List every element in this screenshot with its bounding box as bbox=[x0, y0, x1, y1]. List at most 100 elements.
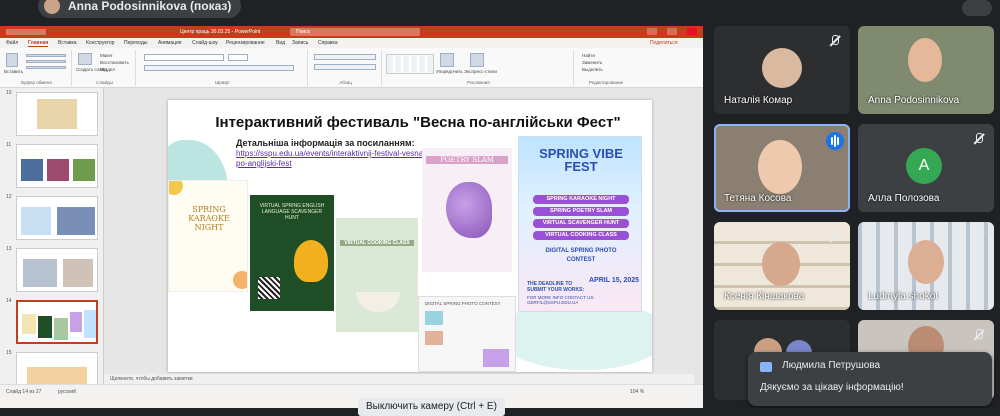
vibe-deadline: THE DEADLINE TO SUBMIT YOUR WORKS: bbox=[527, 281, 585, 293]
font-format-buttons[interactable] bbox=[144, 65, 294, 71]
vibe-date: APRIL 15, 2025 bbox=[589, 277, 640, 284]
ppt-search-input[interactable]: Поиск bbox=[290, 28, 420, 36]
slide-thumbnail[interactable] bbox=[16, 92, 98, 136]
select-button[interactable]: Выделить bbox=[582, 67, 603, 72]
participant-tile[interactable]: Ludmyla shokot bbox=[858, 222, 994, 310]
thumbnail-row[interactable]: 12 bbox=[4, 194, 100, 242]
thumbnail-row[interactable]: 11 bbox=[4, 142, 100, 190]
tab-view[interactable]: Вид bbox=[276, 40, 285, 46]
font-family-select[interactable] bbox=[144, 54, 224, 61]
participant-video bbox=[908, 240, 944, 284]
layout-button[interactable]: Макет bbox=[100, 53, 113, 58]
thumbnail-row[interactable]: 13 bbox=[4, 246, 100, 294]
participant-video bbox=[758, 140, 802, 194]
slide-subtitle: Детальніша інформація за посиланням: bbox=[236, 138, 415, 148]
vibe-item: SPRING KARAOKE NIGHT bbox=[533, 195, 629, 204]
tab-record[interactable]: Запись bbox=[292, 40, 308, 46]
section-button[interactable]: Раздел bbox=[100, 67, 115, 72]
paste-icon[interactable] bbox=[6, 53, 18, 67]
font-size-select[interactable] bbox=[228, 54, 248, 61]
thumbnail-number: 12 bbox=[6, 194, 12, 200]
vibe-item: VIRTUAL SCAVENGER HUNT bbox=[533, 219, 629, 228]
slide-link[interactable]: https://sspu.edu.ua/events/interaktivnij… bbox=[236, 149, 426, 169]
chat-notification[interactable]: Людмила Петрушова Дякуємо за цікаву інфо… bbox=[748, 352, 992, 406]
scavenger-poster: VIRTUAL SPRING ENGLISH LANGUAGE SCAVENGE… bbox=[250, 195, 334, 311]
ribbon-group-editing: Найти Заменить Выделить Редактирование bbox=[576, 50, 636, 86]
speaking-indicator-icon bbox=[826, 132, 844, 150]
copy-icon[interactable] bbox=[26, 60, 66, 63]
format-painter-icon[interactable] bbox=[26, 66, 66, 69]
tab-insert[interactable]: Вставка bbox=[58, 40, 77, 46]
ppt-window-title: Центр праць 30.03.25 - PowerPoint bbox=[180, 29, 261, 35]
current-slide[interactable]: Інтерактивний фестиваль "Весна по-англій… bbox=[168, 100, 652, 372]
tab-design[interactable]: Конструктор bbox=[86, 40, 115, 46]
thumbnail-number: 10 bbox=[6, 90, 12, 96]
participant-tile[interactable]: Наталія Комар bbox=[714, 26, 850, 114]
vibe-title: SPRING VIBE FEST bbox=[539, 146, 623, 174]
tab-transitions[interactable]: Переходы bbox=[124, 40, 147, 46]
group-label-drawing: Рисование bbox=[467, 80, 490, 85]
share-button[interactable]: Поделиться bbox=[650, 40, 678, 46]
ribbon-group-drawing: Упорядочить Экспресс-стили Рисование bbox=[384, 50, 574, 86]
tab-home[interactable]: Главная bbox=[28, 40, 49, 47]
participant-tile-speaking[interactable]: Тетяна Косова bbox=[714, 124, 850, 212]
close-icon[interactable] bbox=[687, 28, 697, 35]
slide-thumbnail[interactable] bbox=[16, 196, 98, 240]
cut-icon[interactable] bbox=[26, 54, 66, 57]
align-buttons[interactable] bbox=[314, 64, 376, 70]
group-label-slides: Слайды bbox=[96, 80, 113, 85]
tab-review[interactable]: Рецензирование bbox=[226, 40, 265, 46]
participant-tile[interactable]: Anna Podosinnikova bbox=[858, 26, 994, 114]
flower-icon bbox=[233, 271, 247, 289]
reset-button[interactable]: Восстановить bbox=[100, 60, 129, 65]
chat-sender: Людмила Петрушова bbox=[782, 360, 881, 371]
participant-avatar bbox=[908, 38, 942, 82]
tab-slideshow[interactable]: Слайд-шоу bbox=[192, 40, 218, 46]
notes-field[interactable]: Щелкните, чтобы добавить заметки bbox=[104, 374, 694, 384]
slide-thumbnail-selected[interactable] bbox=[16, 300, 98, 344]
quick-styles-label: Экспресс-стили bbox=[464, 69, 497, 74]
ribbon-tabs: Файл Главная Вставка Конструктор Переход… bbox=[0, 38, 703, 48]
camera-tooltip: Выключить камеру (Ctrl + E) bbox=[358, 398, 505, 416]
top-right-control[interactable] bbox=[962, 0, 992, 16]
ribbon-group-font: Шрифт bbox=[138, 50, 308, 86]
find-button[interactable]: Найти bbox=[582, 53, 595, 58]
minimize-icon[interactable] bbox=[647, 28, 657, 35]
slide-title: Інтерактивний фестиваль "Весна по-англій… bbox=[215, 114, 621, 131]
list-buttons[interactable] bbox=[314, 54, 376, 60]
mic-off-icon bbox=[828, 34, 842, 48]
group-label-clipboard: Буфер обмена bbox=[21, 80, 52, 85]
ppt-search-placeholder: Поиск bbox=[296, 29, 310, 35]
contest-title: DIGITAL SPRING PHOTO CONTEST bbox=[425, 301, 501, 306]
participant-name: Anna Podosinnikova bbox=[868, 95, 960, 106]
replace-button[interactable]: Заменить bbox=[582, 60, 602, 65]
slide-thumbnail[interactable] bbox=[16, 248, 98, 292]
cooking-title: VIRTUAL COOKING CLASS bbox=[340, 240, 414, 246]
group-label-editing: Редактирование bbox=[588, 80, 624, 85]
shapes-gallery[interactable] bbox=[386, 54, 434, 74]
participant-tile[interactable]: Ксенія Кіншакова bbox=[714, 222, 850, 310]
tab-help[interactable]: Справка bbox=[318, 40, 338, 46]
thumbnail-row[interactable]: 14 bbox=[4, 298, 100, 346]
group-label-font: Шрифт bbox=[215, 80, 230, 85]
participant-name: Алла Полозова bbox=[868, 193, 940, 204]
maximize-icon[interactable] bbox=[667, 28, 677, 35]
presenter-chip[interactable]: Anna Podosinnikova (показ) bbox=[38, 0, 242, 18]
slide-thumbnail[interactable] bbox=[16, 144, 98, 188]
zoom-level[interactable]: 104 % bbox=[630, 389, 644, 395]
new-slide-icon[interactable] bbox=[78, 53, 92, 65]
thumbnail-number: 13 bbox=[6, 246, 12, 252]
quick-access-toolbar[interactable] bbox=[6, 29, 46, 35]
arrange-icon[interactable] bbox=[440, 53, 454, 67]
thumbnail-number: 11 bbox=[6, 142, 12, 148]
quick-styles-icon[interactable] bbox=[470, 53, 484, 67]
karaoke-title: SPRING KARAOKE NIGHT bbox=[188, 205, 230, 232]
mic-off-icon bbox=[972, 132, 986, 146]
thumbnail-row[interactable]: 10 bbox=[4, 90, 100, 138]
tab-file[interactable]: Файл bbox=[6, 40, 18, 46]
participant-name: Тетяна Косова bbox=[724, 193, 792, 204]
top-bar: Anna Podosinnikova (показ) bbox=[0, 0, 1000, 22]
participant-tile[interactable]: A Алла Полозова bbox=[858, 124, 994, 212]
scavenger-title: VIRTUAL SPRING ENGLISH LANGUAGE SCAVENGE… bbox=[259, 203, 325, 221]
tab-animation[interactable]: Анимация bbox=[158, 40, 181, 46]
